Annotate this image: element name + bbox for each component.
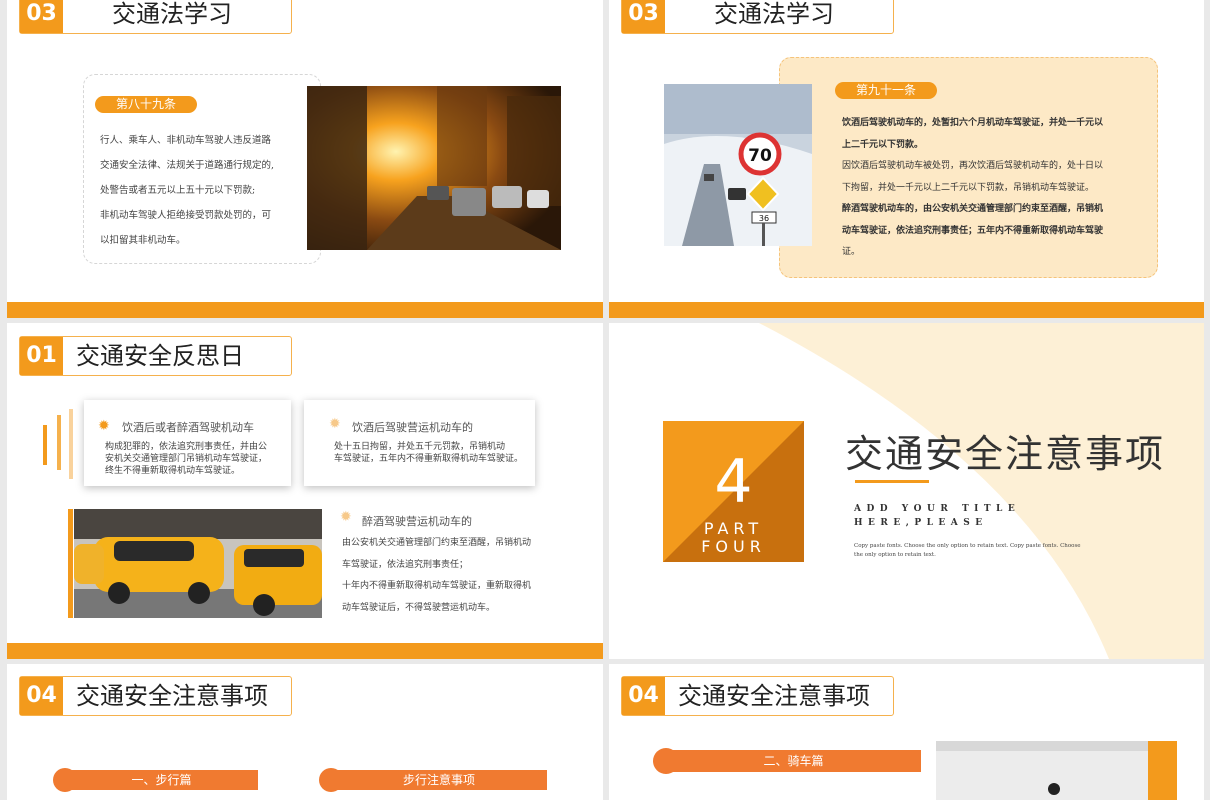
slide-part-four-cover[interactable]: 4 PART FOUR 交通安全注意事项 ADD YOUR TITLE HERE… bbox=[609, 323, 1204, 659]
text-line: 饮酒后驾驶机动车的，处暂扣六个月机动车驾驶证，并处一千元以 bbox=[842, 118, 1104, 128]
taxi-photo bbox=[74, 509, 322, 618]
snowy-road-sign-photo: 70 36 bbox=[664, 84, 812, 246]
photo-accent-bar bbox=[68, 509, 73, 618]
slide-reflection-day[interactable]: 01 交通安全反思日 ✹ 饮酒后或者醉酒驾驶机动车 构成犯罪的，依法追究刑事责任… bbox=[7, 323, 603, 659]
section-header: 01 交通安全反思日 bbox=[19, 336, 292, 376]
text-line: 下拘留，并处一千元以上二千元以下罚款，吊销机动车驾驶证。 bbox=[842, 182, 1095, 193]
article-pill: 第八十九条 bbox=[95, 96, 197, 113]
speed-limit-sign: 70 bbox=[748, 146, 772, 166]
section-header: 03 交通法学习 bbox=[621, 0, 894, 34]
text-line: 车驾驶证，依法追究刑事责任； bbox=[342, 559, 469, 570]
text-line: 处警告或者五元以上五十元以下罚款; bbox=[100, 185, 256, 196]
text-line: Copy paste fonts. Choose the only option… bbox=[854, 543, 1081, 549]
text-line: 处十五日拘留，并处五千元罚款，吊销机动 bbox=[334, 442, 506, 452]
subtitle: ADD YOUR TITLE HERE,PLEASE bbox=[854, 502, 1020, 530]
text-line: 证。 bbox=[842, 247, 861, 257]
article-text: 行人、乘车人、非机动车驾驶人违反道路 交通安全法律、法规关于道路通行规定的, 处… bbox=[100, 128, 274, 253]
text-line: 因饮酒后驾驶机动车被处罚，再次饮酒后驾驶机动车的，处十日以 bbox=[842, 161, 1104, 171]
gear-icon: ✹ bbox=[340, 509, 352, 525]
section-number: 04 bbox=[622, 677, 665, 715]
subtitle-line: ADD YOUR TITLE bbox=[854, 504, 1021, 514]
text-line: 终生不得重新取得机动车驾驶证。 bbox=[105, 466, 241, 476]
title-underline bbox=[855, 480, 929, 483]
text-line: 由公安机关交通管理部门约束至酒醒，吊销机动 bbox=[342, 538, 532, 548]
text-line: 醉酒驾驶机动车的，由公安机关交通管理部门约束至酒醒，吊销机 bbox=[842, 204, 1104, 214]
section-number: 04 bbox=[20, 677, 63, 715]
text-line: 非机动车驾驶人拒绝接受罚款处罚的，可 bbox=[100, 210, 272, 221]
walking-banner: 一、步行篇 bbox=[65, 770, 258, 790]
placeholder-text: Copy paste fonts. Choose the only option… bbox=[854, 542, 1081, 560]
slide-safety-walking[interactable]: 04 交通安全注意事项 一、步行篇 步行注意事项 bbox=[7, 664, 603, 800]
card-body: 构成犯罪的，依法追究刑事责任，并由公 安机关交通管理部门吊销机动车驾驶证， 终生… bbox=[105, 441, 267, 477]
section-title: 交通安全反思日 bbox=[76, 342, 244, 370]
bottom-accent-bar bbox=[7, 302, 603, 318]
slide-safety-cycling[interactable]: 04 交通安全注意事项 二、骑车篇 bbox=[609, 664, 1204, 800]
cover-title: 交通安全注意事项 bbox=[845, 432, 1166, 476]
section-title: 交通安全注意事项 bbox=[678, 682, 870, 710]
section-title: 交通安全注意事项 bbox=[76, 682, 268, 710]
section-number: 03 bbox=[20, 0, 63, 33]
section-number: 03 bbox=[622, 0, 665, 33]
text-line: 构成犯罪的，依法追究刑事责任，并由公 bbox=[105, 442, 268, 452]
text-line: 动车驾驶证，依法追究刑事责任；五年内不得重新取得机动车驾驶 bbox=[842, 225, 1104, 236]
part-label: PART FOUR bbox=[663, 520, 804, 556]
section-title: 交通法学习 bbox=[112, 0, 232, 28]
article-pill: 第九十一条 bbox=[835, 82, 937, 99]
text-line: 行人、乘车人、非机动车驾驶人违反道路 bbox=[100, 135, 272, 146]
section-header: 04 交通安全注意事项 bbox=[621, 676, 894, 716]
text-line: 以扣留其非机动车。 bbox=[100, 235, 186, 246]
subtitle-line: HERE,PLEASE bbox=[854, 518, 988, 528]
part-number: 4 bbox=[714, 447, 753, 517]
part-word: PART bbox=[703, 519, 764, 538]
sunset-street-photo bbox=[307, 86, 561, 250]
text-line: 车驾驶证，五年内不得重新取得机动车驾驶证。 bbox=[334, 454, 524, 464]
card-title: 饮酒后驾驶营运机动车的 bbox=[352, 421, 473, 434]
deco-line bbox=[69, 409, 73, 479]
gear-icon: ✹ bbox=[329, 416, 341, 432]
slide-traffic-law-91[interactable]: 03 交通法学习 第九十一条 饮酒后驾驶机动车的，处暂扣六个月机动车驾驶证，并处… bbox=[609, 0, 1204, 318]
cycling-photo bbox=[936, 741, 1177, 800]
section-header: 04 交通安全注意事项 bbox=[19, 676, 292, 716]
text-line: 十年内不得重新取得机动车驾驶证，重新取得机 bbox=[342, 581, 532, 591]
text-line: 上二千元以下罚款。 bbox=[842, 139, 924, 150]
bottom-accent-bar bbox=[7, 643, 603, 659]
section-number: 01 bbox=[20, 337, 63, 375]
four-word: FOUR bbox=[701, 537, 766, 556]
distance-sign: 36 bbox=[759, 214, 769, 223]
card-title: 饮酒后或者醉酒驾驶机动车 bbox=[122, 421, 254, 434]
walking-notes-banner: 步行注意事项 bbox=[331, 770, 547, 790]
text-line: the only option to retain text. bbox=[854, 552, 936, 558]
text-line: 动车驾驶证后，不得驾驶营运机动车。 bbox=[342, 602, 496, 613]
text-line: 交通安全法律、法规关于道路通行规定的, bbox=[100, 160, 275, 171]
text-line: 安机关交通管理部门吊销机动车驾驶证， bbox=[105, 454, 268, 464]
section-title: 交通法学习 bbox=[714, 0, 834, 28]
card-body: 处十五日拘留，并处五千元罚款，吊销机动 车驾驶证，五年内不得重新取得机动车驾驶证… bbox=[334, 441, 523, 465]
deco-line bbox=[57, 415, 61, 470]
block-title: 醉酒驾驶营运机动车的 bbox=[362, 515, 472, 528]
section-header: 03 交通法学习 bbox=[19, 0, 292, 34]
bottom-accent-bar bbox=[609, 302, 1204, 318]
slide-traffic-law-89[interactable]: 03 交通法学习 第八十九条 行人、乘车人、非机动车驾驶人违反道路 交通安全法律… bbox=[7, 0, 603, 318]
gear-icon: ✹ bbox=[98, 418, 110, 434]
deco-line bbox=[43, 425, 47, 465]
block-body: 由公安机关交通管理部门约束至酒醒，吊销机动 车驾驶证，依法追究刑事责任； 十年内… bbox=[342, 533, 531, 619]
article-text: 饮酒后驾驶机动车的，处暂扣六个月机动车驾驶证，并处一千元以 上二千元以下罚款。 … bbox=[842, 113, 1103, 264]
cycling-banner: 二、骑车篇 bbox=[666, 750, 921, 772]
